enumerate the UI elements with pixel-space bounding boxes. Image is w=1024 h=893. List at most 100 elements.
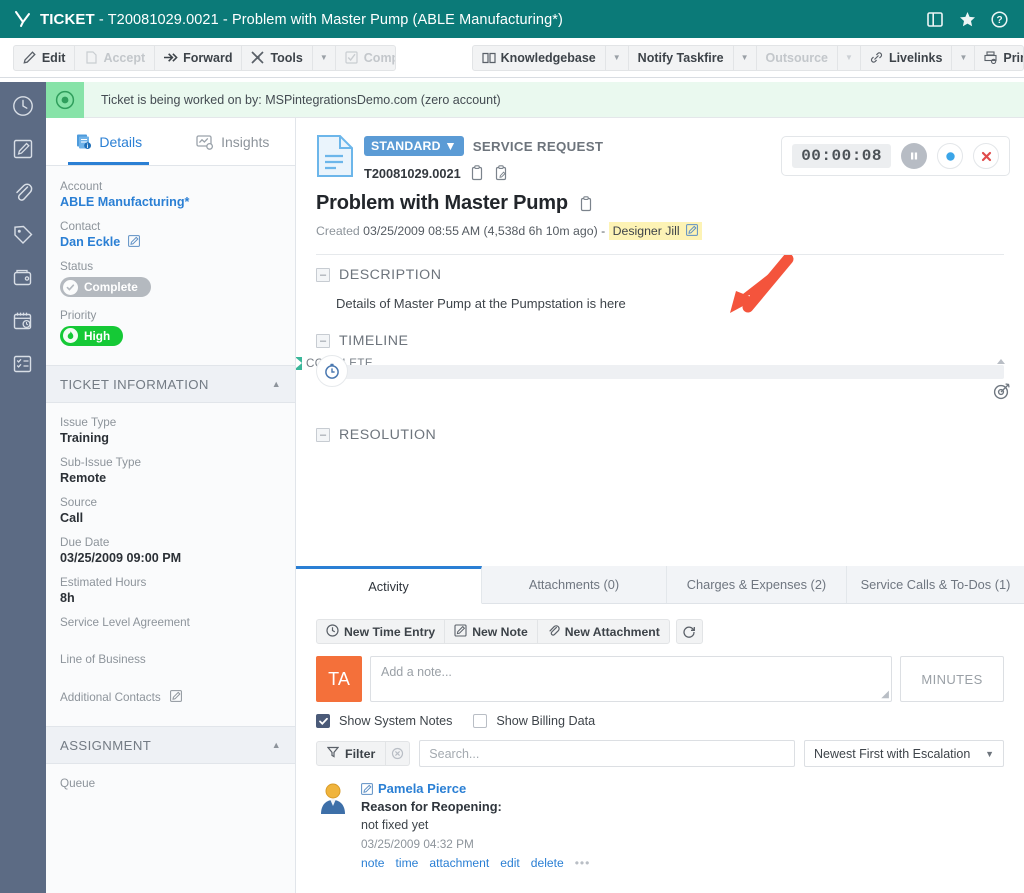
section-timeline-header[interactable]: – TIMELINE	[296, 311, 1024, 349]
status-badge: Complete	[60, 277, 151, 297]
notify-taskfire-button[interactable]: Notify Taskfire	[629, 46, 734, 70]
copy-with-edit-icon[interactable]	[494, 165, 509, 181]
livelinks-button[interactable]: Livelinks	[861, 46, 953, 70]
clock-icon[interactable]	[11, 94, 35, 118]
entry-action-note[interactable]: note	[361, 856, 385, 870]
complete-button[interactable]: Complete	[336, 46, 397, 70]
search-input[interactable]: Search...	[419, 740, 795, 767]
edit-button[interactable]: Edit	[14, 46, 76, 70]
pause-icon[interactable]	[901, 143, 927, 169]
details-primary-fields: Account ABLE Manufacturing* Contact Dan …	[46, 166, 295, 365]
wallet-icon[interactable]	[11, 266, 35, 290]
more-actions-icon[interactable]: •••	[575, 856, 591, 870]
tab-service-calls-todos[interactable]: Service Calls & To-Dos (1)	[847, 566, 1024, 603]
accept-button[interactable]: Accept	[75, 46, 155, 70]
minutes-input-placeholder: MINUTES	[921, 672, 982, 687]
entry-action-time[interactable]: time	[396, 856, 419, 870]
field-account-value[interactable]: ABLE Manufacturing*	[60, 195, 281, 209]
resize-handle-icon[interactable]: ◢	[881, 689, 889, 700]
clear-icon[interactable]	[386, 741, 410, 766]
tab-details[interactable]: i Details	[46, 118, 171, 165]
panel-icon[interactable]	[926, 10, 944, 28]
edit-contact-icon[interactable]	[128, 235, 140, 247]
activity-entry-author[interactable]: Pamela Pierce	[378, 781, 466, 796]
created-line: Created 03/25/2009 08:55 AM (4,538d 6h 1…	[316, 224, 1004, 238]
collapse-minus-icon-resolution[interactable]: –	[316, 428, 330, 442]
section-assignment[interactable]: ASSIGNMENT ▲	[46, 726, 295, 764]
activity-entry-text: not fixed yet	[361, 818, 1004, 832]
notify-taskfire-caret[interactable]: ▼	[734, 46, 757, 70]
copy-title-icon[interactable]	[579, 196, 594, 212]
forward-button[interactable]: Forward	[155, 46, 242, 70]
collapse-minus-icon-timeline[interactable]: –	[316, 334, 330, 348]
show-billing-data-checkbox[interactable]	[473, 714, 487, 728]
tab-activity[interactable]: Activity	[296, 566, 482, 604]
app-logo-icon	[12, 8, 34, 30]
knowledgebase-caret[interactable]: ▼	[606, 46, 629, 70]
outsource-caret[interactable]: ▼	[838, 46, 861, 70]
edit-created-by-icon[interactable]	[686, 224, 698, 236]
field-status-label: Status	[60, 260, 281, 273]
complete-button-label: Complete	[364, 51, 397, 65]
new-attachment-button[interactable]: New Attachment	[538, 620, 669, 643]
knowledgebase-button[interactable]: Knowledgebase	[473, 46, 606, 70]
star-icon[interactable]	[958, 10, 976, 28]
timeline-track[interactable]	[338, 365, 1004, 379]
field-due-date: Due Date 03/25/2009 09:00 PM	[46, 536, 295, 565]
help-icon[interactable]: ?	[990, 10, 1008, 28]
show-system-notes-checkbox[interactable]	[316, 714, 330, 728]
tab-attachments[interactable]: Attachments (0)	[482, 566, 667, 603]
edit-note-icon[interactable]	[361, 783, 373, 795]
priority-badge: High	[60, 326, 123, 346]
section-ticket-information[interactable]: TICKET INFORMATION ▲	[46, 365, 295, 403]
record-icon[interactable]	[937, 143, 963, 169]
created-by-name: Designer Jill	[613, 224, 680, 238]
sort-select[interactable]: Newest First with Escalation ▼	[804, 740, 1004, 767]
outsource-button[interactable]: Outsource	[757, 46, 839, 70]
timer-clock-icon[interactable]	[316, 355, 348, 387]
filter-button[interactable]: Filter	[316, 741, 386, 766]
new-attachment-label: New Attachment	[565, 625, 660, 639]
flame-icon	[63, 328, 78, 343]
tools-button[interactable]: Tools	[242, 46, 312, 70]
minutes-input[interactable]: MINUTES	[900, 656, 1004, 702]
title-subject: Problem with Master Pump (ABLE Manufactu…	[232, 12, 563, 28]
entry-action-edit[interactable]: edit	[500, 856, 520, 870]
calendar-clock-icon[interactable]	[11, 309, 35, 333]
left-icon-rail	[0, 82, 46, 893]
livelinks-caret[interactable]: ▼	[952, 46, 975, 70]
note-input[interactable]: Add a note... ◢	[370, 656, 892, 702]
field-contact-value-wrap: Dan Eckle	[60, 235, 281, 249]
tag-icon[interactable]	[11, 223, 35, 247]
new-note-button[interactable]: New Note	[445, 620, 538, 643]
section-description-header[interactable]: – DESCRIPTION	[296, 255, 1024, 283]
new-time-entry-button[interactable]: New Time Entry	[317, 620, 445, 643]
field-contact: Contact Dan Eckle	[46, 220, 295, 249]
paperclip-icon[interactable]	[11, 180, 35, 204]
checklist-icon[interactable]	[11, 352, 35, 376]
copy-icon[interactable]	[470, 165, 485, 181]
ticket-type-badge[interactable]: STANDARD ▼	[364, 136, 464, 156]
sort-select-value: Newest First with Escalation	[814, 747, 970, 761]
field-source-value: Call	[60, 511, 281, 525]
field-contact-value[interactable]: Dan Eckle	[60, 235, 120, 249]
refresh-icon[interactable]	[676, 619, 703, 644]
title-bar-actions: ?	[926, 10, 1012, 28]
stop-icon[interactable]	[973, 143, 999, 169]
activity-entry-body: Pamela Pierce Reason for Reopening: not …	[361, 781, 1004, 870]
collapse-minus-icon-description[interactable]: –	[316, 268, 330, 282]
tab-charges-expenses[interactable]: Charges & Expenses (2)	[667, 566, 847, 603]
entry-action-attachment[interactable]: attachment	[429, 856, 489, 870]
print-view-button[interactable]: Print View	[975, 46, 1024, 70]
note-edit-icon[interactable]	[11, 137, 35, 161]
section-resolution-header[interactable]: – RESOLUTION	[296, 379, 1024, 443]
note-edit-icon-small	[454, 624, 467, 640]
edit-additional-contacts-icon[interactable]	[170, 690, 182, 702]
check-box-icon	[345, 51, 359, 65]
flag-icon	[296, 357, 302, 370]
tools-dropdown-caret[interactable]: ▼	[313, 46, 336, 70]
timeline-marker-icon	[997, 359, 1005, 364]
tab-insights[interactable]: Insights	[171, 118, 296, 165]
target-icon	[992, 381, 1012, 401]
entry-action-delete[interactable]: delete	[531, 856, 564, 870]
